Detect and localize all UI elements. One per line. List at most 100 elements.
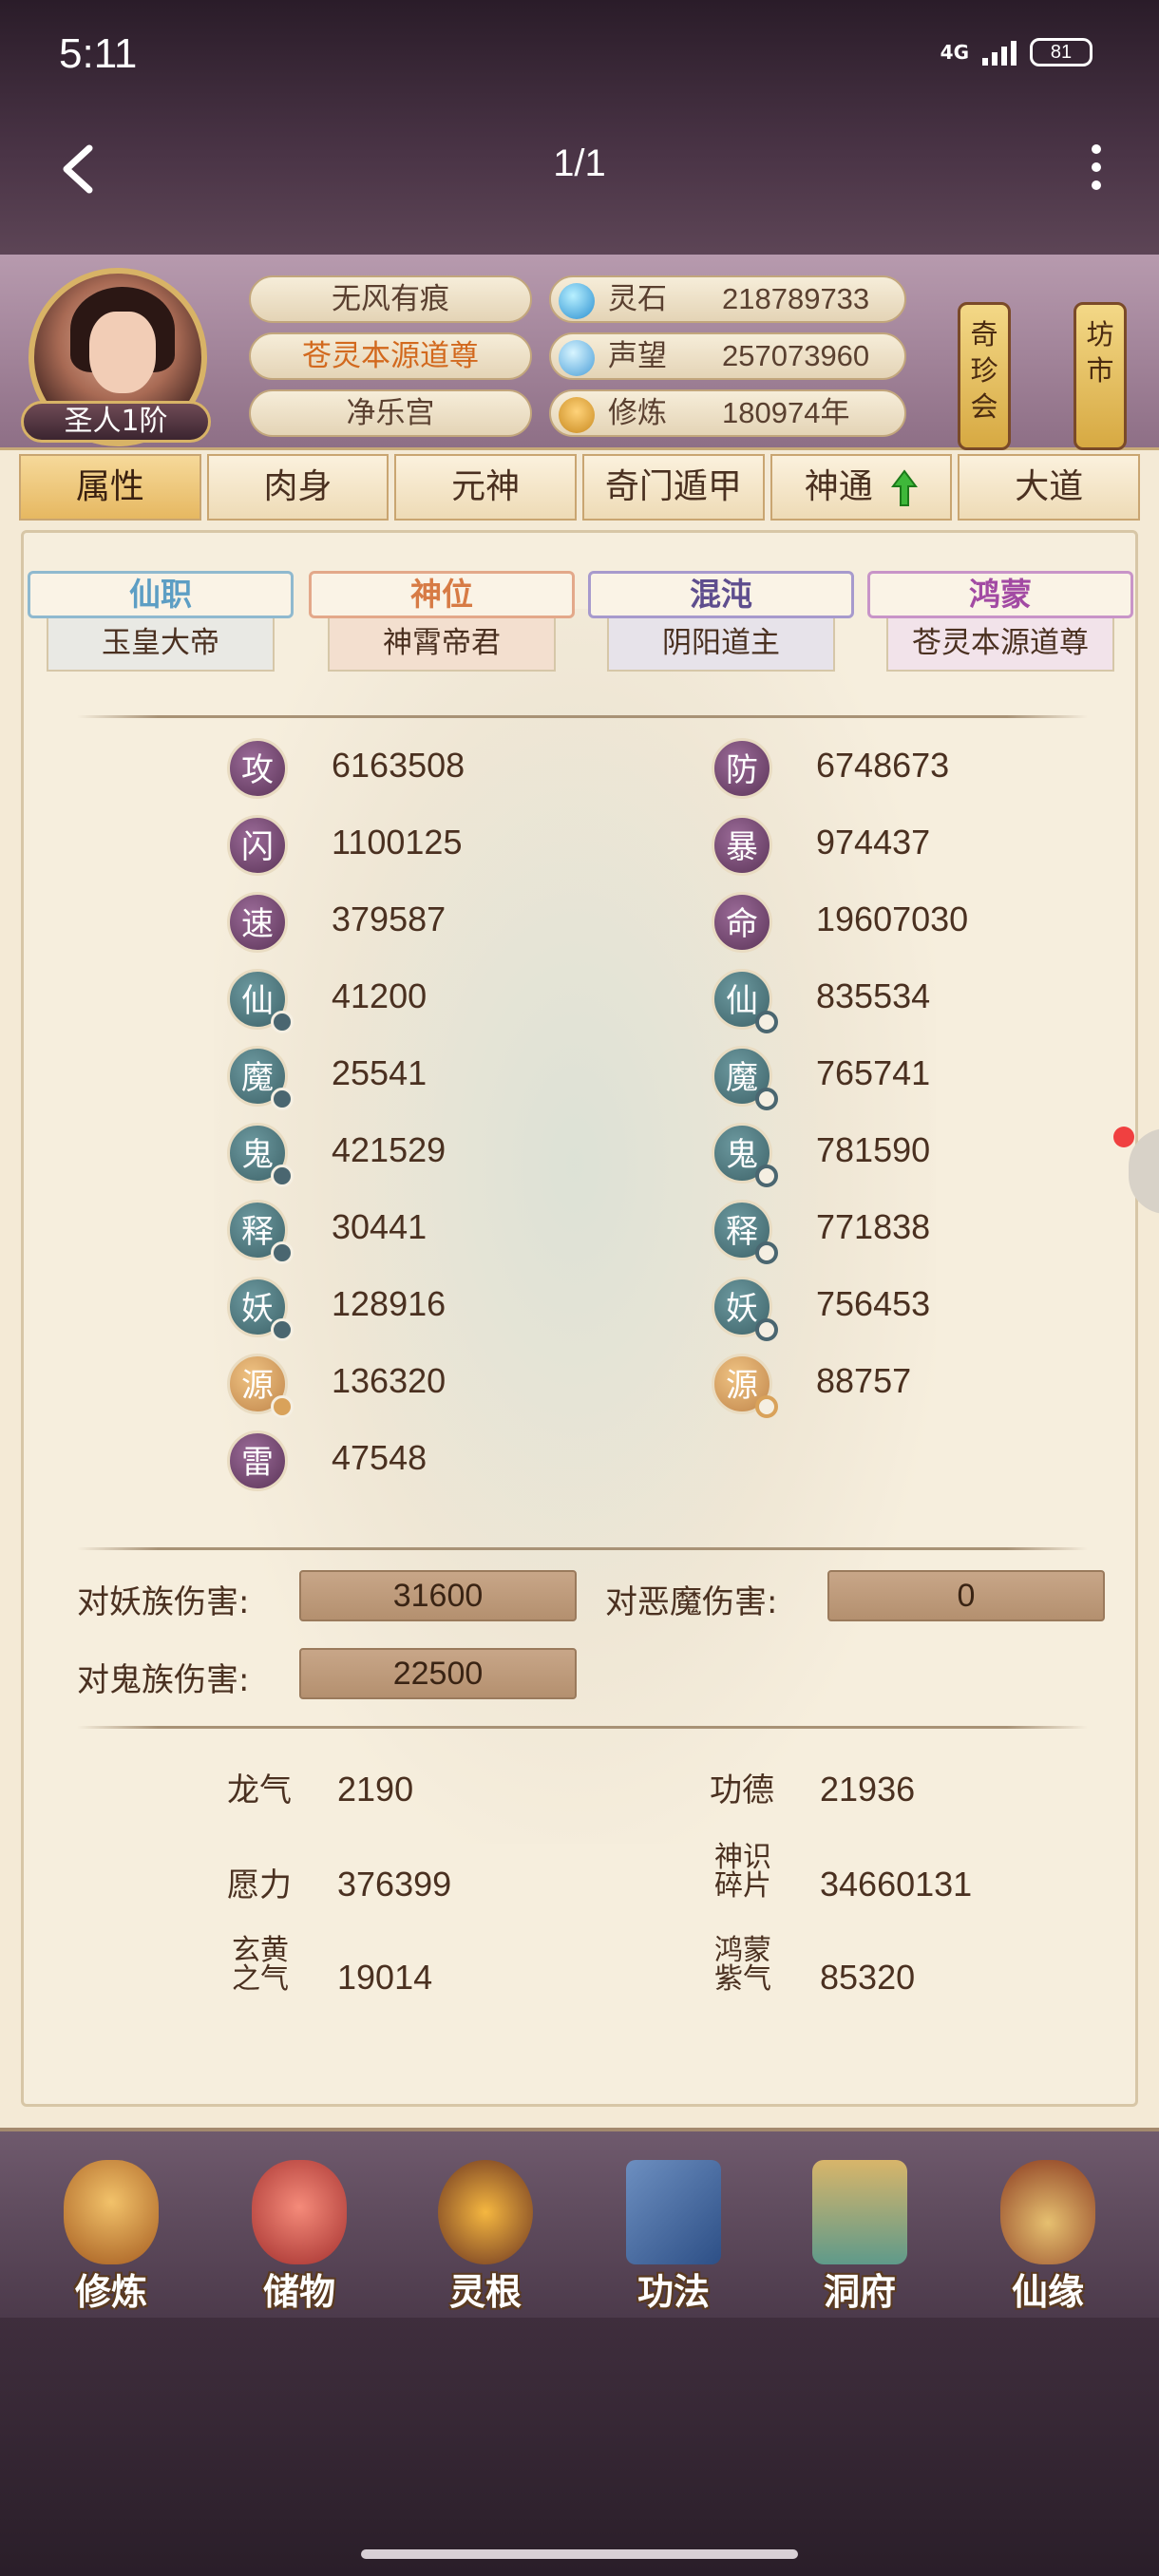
stat-thunder: 雷 47548: [227, 1430, 626, 1491]
stat-origin-resist: 源 88757: [712, 1354, 1111, 1418]
player-name: 无风有痕: [249, 275, 532, 323]
soul-shard-label: 神识碎片: [714, 1841, 771, 1903]
stat-value: 756453: [816, 1284, 931, 1323]
tab-attributes[interactable]: 属性: [19, 454, 201, 521]
market-button[interactable]: 坊市: [1074, 302, 1127, 450]
bottom-navigation: 修炼 储物 灵根 功法 洞府 仙缘: [0, 2128, 1159, 2318]
stat-value: 41200: [332, 976, 428, 1015]
nav-label: 灵根: [448, 2271, 522, 2313]
rank-card-hongmeng: 鸿蒙 苍灵本源道尊: [867, 571, 1133, 675]
rank-heading: 神位: [309, 571, 575, 618]
stat-monster-resist: 妖 756453: [712, 1277, 1111, 1341]
stat-value: 1100125: [332, 823, 463, 862]
player-header: 圣人1阶 无风有痕 苍灵本源道尊 净乐宫 灵石 218789733 声望 257…: [0, 255, 1159, 450]
xuanhuang-qi-label: 玄黄之气: [232, 1934, 289, 1996]
stat-badge: 闪: [227, 815, 288, 876]
bag-icon: [252, 2160, 347, 2264]
dragon-qi-value: 2190: [337, 1770, 414, 1809]
stat-immortal-attack: 仙 41200: [227, 969, 626, 1033]
nav-techniques[interactable]: 功法: [602, 2150, 745, 2313]
nav-spirit-root[interactable]: 灵根: [414, 2150, 557, 2313]
resource-value: 180974年: [722, 396, 850, 429]
ghost-race-damage-value: 22500: [299, 1648, 577, 1699]
stat-buddha-resist: 释 771838: [712, 1200, 1111, 1264]
stat-monster-attack: 妖 128916: [227, 1277, 626, 1341]
demon-race-damage-value: 31600: [299, 1570, 577, 1621]
hongmeng-qi-value: 85320: [820, 1958, 916, 1997]
stat-badge: 暴: [712, 815, 772, 876]
stat-badge: 雷: [227, 1430, 288, 1491]
more-options-icon[interactable]: [1087, 144, 1106, 192]
stat-value: 19607030: [816, 900, 969, 938]
stat-buddha-attack: 释 30441: [227, 1200, 626, 1264]
stat-value: 136320: [332, 1361, 446, 1400]
divider: [77, 715, 1088, 718]
resource-spirit-stone: 灵石 218789733: [549, 275, 906, 323]
stat-value: 835534: [816, 976, 931, 1015]
spirit-orb-icon: [438, 2160, 533, 2264]
attack-marker-icon: [271, 1318, 294, 1341]
resist-marker-icon: [755, 1088, 778, 1110]
attack-marker-icon: [271, 1395, 294, 1418]
resist-marker-icon: [755, 1011, 778, 1033]
nav-storage[interactable]: 储物: [228, 2150, 370, 2313]
rank-row: 仙职 玉皇大帝 神位 神霄帝君 混沌 阴阳道主 鸿蒙 苍灵本源道尊: [24, 571, 1135, 685]
pavilion-icon: [812, 2160, 907, 2264]
rank-heading: 仙职: [28, 571, 294, 618]
stat-attack: 攻 6163508: [227, 738, 626, 799]
battery-level: 81: [1050, 42, 1073, 63]
player-rank-badge: 圣人1阶: [21, 401, 211, 443]
resist-marker-icon: [755, 1318, 778, 1341]
merit-value: 21936: [820, 1770, 916, 1809]
tab-soul[interactable]: 元神: [394, 454, 578, 521]
dragon-qi-label: 龙气: [227, 1771, 292, 1809]
rank-card-immortal-office: 仙职 玉皇大帝: [28, 571, 294, 675]
stat-badge: 速: [227, 892, 288, 953]
tab-great-dao[interactable]: 大道: [958, 454, 1141, 521]
resource-label: 修炼: [608, 396, 667, 430]
bottom-background: [0, 2318, 1159, 2576]
rank-value: 神霄帝君: [328, 618, 556, 672]
spirit-stone-icon: [559, 283, 595, 319]
tab-divine-power[interactable]: 神通: [770, 454, 953, 521]
stat-value: 88757: [816, 1361, 912, 1400]
nav-label: 储物: [262, 2271, 335, 2313]
stat-value: 765741: [816, 1053, 931, 1092]
stat-badge: 防: [712, 738, 772, 799]
nav-cultivate[interactable]: 修炼: [40, 2150, 182, 2313]
tab-qimen[interactable]: 奇门遁甲: [582, 454, 765, 521]
stat-value: 25541: [332, 1053, 428, 1092]
resource-value: 218789733: [722, 282, 870, 315]
tab-label: 神通: [804, 467, 873, 506]
treasure-fair-button[interactable]: 奇珍会: [958, 302, 1011, 450]
resist-marker-icon: [755, 1395, 778, 1418]
home-indicator[interactable]: [361, 2549, 798, 2559]
nav-cave-dwelling[interactable]: 洞府: [788, 2150, 931, 2313]
stat-value: 128916: [332, 1284, 446, 1323]
stat-critical: 暴 974437: [712, 815, 1111, 876]
status-indicators: 4G 81: [940, 38, 1092, 66]
nav-label: 修炼: [74, 2271, 147, 2313]
evil-damage-label: 对恶魔伤害:: [605, 1583, 778, 1621]
soul-shard-value: 34660131: [820, 1865, 973, 1904]
resource-label: 声望: [608, 339, 667, 373]
upgrade-arrow-icon: [891, 469, 919, 506]
stat-badge: 命: [712, 892, 772, 953]
rank-heading: 鸿蒙: [867, 571, 1133, 618]
resource-fame: 声望 257073960: [549, 332, 906, 380]
demon-race-damage-label: 对妖族伤害:: [77, 1583, 250, 1621]
wish-power-label: 愿力: [227, 1866, 292, 1904]
page-indicator: 1/1: [553, 142, 606, 184]
tab-body[interactable]: 肉身: [206, 454, 390, 521]
nav-fortune[interactable]: 仙缘: [977, 2150, 1119, 2313]
attack-marker-icon: [271, 1165, 294, 1187]
merit-label: 功德: [710, 1771, 774, 1809]
resource-cultivation: 修炼 180974年: [549, 389, 906, 437]
meditation-icon: [559, 397, 595, 433]
stat-demon-attack: 魔 25541: [227, 1046, 626, 1110]
ghost-race-damage-label: 对鬼族伤害:: [77, 1661, 250, 1699]
attack-marker-icon: [271, 1011, 294, 1033]
stat-value: 6748673: [816, 746, 950, 785]
fame-drop-icon: [559, 340, 595, 376]
stat-demon-resist: 魔 765741: [712, 1046, 1111, 1110]
